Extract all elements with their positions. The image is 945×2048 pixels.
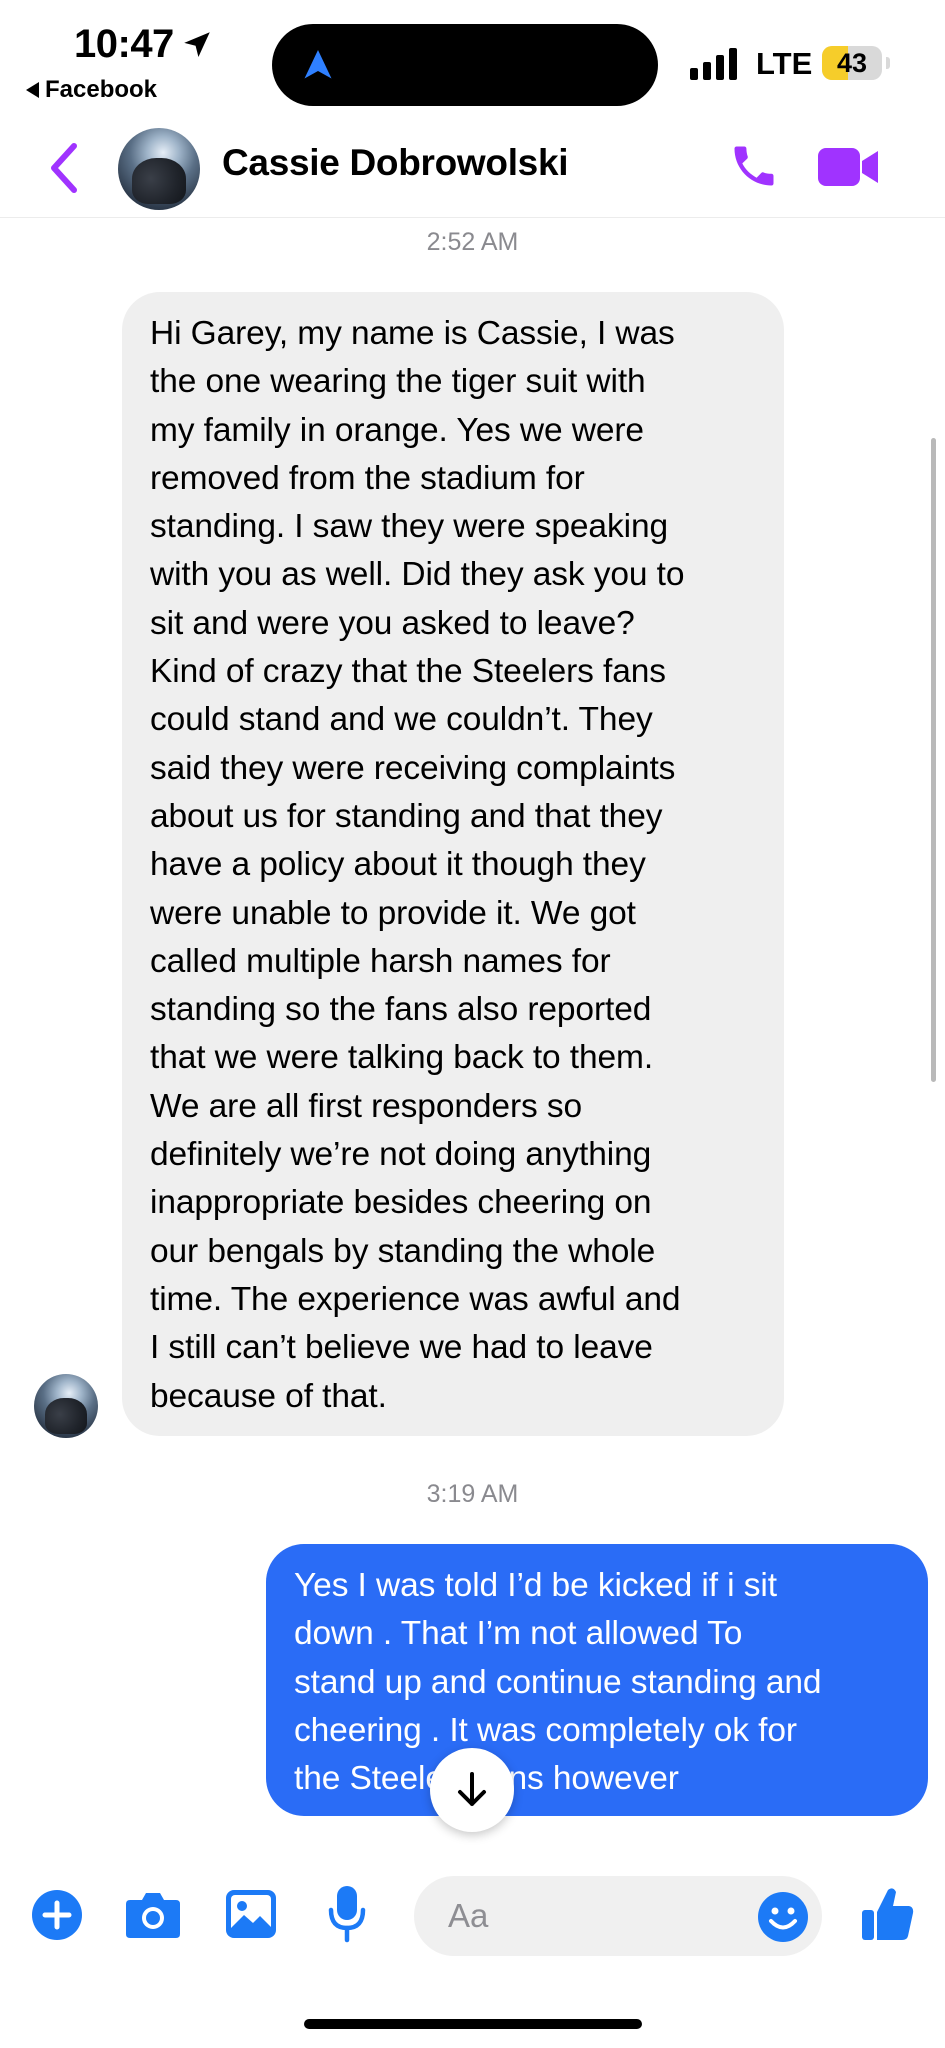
incoming-message-line: have a policy about it though they xyxy=(150,846,646,884)
incoming-message-line: inappropriate besides cheering on xyxy=(150,1184,652,1222)
outgoing-message-line: Yes I was told I’d be kicked if i sit xyxy=(294,1567,777,1604)
microphone-icon xyxy=(328,1886,366,1943)
video-call-button[interactable] xyxy=(818,146,880,188)
timestamp: 2:52 AM xyxy=(426,228,519,256)
incoming-message-line: my family in orange. Yes we were xyxy=(150,411,644,449)
gallery-button[interactable] xyxy=(226,1890,276,1938)
incoming-message-line: were unable to provide it. We got xyxy=(150,894,636,932)
back-button[interactable] xyxy=(44,140,84,196)
voice-message-button[interactable] xyxy=(328,1884,366,1944)
video-camera-icon xyxy=(818,148,878,186)
contact-avatar[interactable] xyxy=(118,128,200,210)
incoming-message-line: definitely we’re not doing anything xyxy=(150,1136,652,1174)
contact-name[interactable]: Cassie Dobrowolski xyxy=(222,142,569,184)
incoming-message-line: sit and were you asked to leave? xyxy=(150,604,635,642)
sender-avatar[interactable] xyxy=(34,1374,98,1438)
camera-icon xyxy=(126,1893,180,1938)
phone-icon xyxy=(734,146,774,186)
back-to-app-link[interactable]: Facebook xyxy=(26,76,157,104)
battery-tip xyxy=(886,57,890,69)
back-app-label: Facebook xyxy=(45,76,158,103)
back-triangle-icon xyxy=(26,82,39,98)
network-type: LTE xyxy=(756,46,813,81)
dynamic-island xyxy=(272,24,658,106)
incoming-message-line: said they were receiving complaints xyxy=(150,749,676,787)
timestamp: 3:19 AM xyxy=(426,1480,519,1508)
incoming-message-line: because of that. xyxy=(150,1377,387,1415)
plus-icon xyxy=(32,1890,82,1940)
scroll-to-bottom-button[interactable] xyxy=(430,1748,514,1832)
emoji-icon xyxy=(758,1892,808,1942)
outgoing-message-line: the Steelers fans however xyxy=(294,1760,679,1798)
audio-call-button[interactable] xyxy=(728,140,780,192)
navigation-arrow-icon xyxy=(304,50,332,79)
cellular-signal-icon xyxy=(690,46,737,80)
incoming-message-line: I still can’t believe we had to leave xyxy=(150,1329,653,1367)
thumbs-up-icon xyxy=(862,1888,914,1940)
scrollbar[interactable] xyxy=(931,438,936,1082)
incoming-message-line: about us for standing and that they xyxy=(150,797,663,835)
incoming-message-line: time. The experience was awful and xyxy=(150,1280,681,1318)
incoming-message-line: called multiple harsh names for xyxy=(150,942,611,980)
incoming-message-line: with you as well. Did they ask you to xyxy=(150,556,685,594)
like-button[interactable] xyxy=(862,1886,914,1942)
battery-level: 43 xyxy=(836,48,868,78)
incoming-message-line: We are all first responders so xyxy=(150,1087,583,1125)
incoming-message-line: our bengals by standing the whole xyxy=(150,1232,656,1270)
more-actions-button[interactable] xyxy=(32,1890,82,1940)
clock: 10:47 xyxy=(74,22,174,66)
outgoing-message-line: cheering . It was completely ok for xyxy=(294,1711,797,1749)
home-indicator[interactable] xyxy=(304,2019,642,2029)
incoming-message-line: standing. I saw they were speaking xyxy=(150,508,669,546)
incoming-message-line: the one wearing the tiger suit with xyxy=(150,363,646,401)
battery-icon: 43 xyxy=(822,46,882,80)
arrow-down-icon xyxy=(458,1772,486,1806)
incoming-message-line: Hi Garey, my name is Cassie, I was xyxy=(150,315,675,352)
camera-button[interactable] xyxy=(124,1890,182,1940)
outgoing-message-line: down . That I’m not allowed To xyxy=(294,1615,743,1653)
location-arrow-icon xyxy=(184,31,210,57)
outgoing-message-bubble[interactable]: Yes I was told I’d be kicked if i sit dow… xyxy=(266,1544,928,1816)
conversation-header: Cassie Dobrowolski xyxy=(0,118,945,218)
incoming-message-line: Kind of crazy that the Steelers fans xyxy=(150,653,666,691)
status-time: 10:47 xyxy=(74,22,214,67)
chevron-left-icon xyxy=(51,143,77,193)
incoming-message-line: could stand and we couldn’t. They xyxy=(150,701,653,739)
incoming-message-bubble[interactable]: Hi Garey, my name is Cassie, I was the on… xyxy=(122,292,784,1436)
incoming-message-line: removed from the stadium for xyxy=(150,459,585,497)
gallery-icon xyxy=(226,1890,276,1938)
outgoing-message-line: stand up and continue standing and xyxy=(294,1663,822,1701)
incoming-message-line: that we were talking back to them. xyxy=(150,1039,654,1077)
incoming-message-line: standing so the fans also reported xyxy=(150,991,652,1029)
emoji-button[interactable] xyxy=(758,1892,808,1942)
